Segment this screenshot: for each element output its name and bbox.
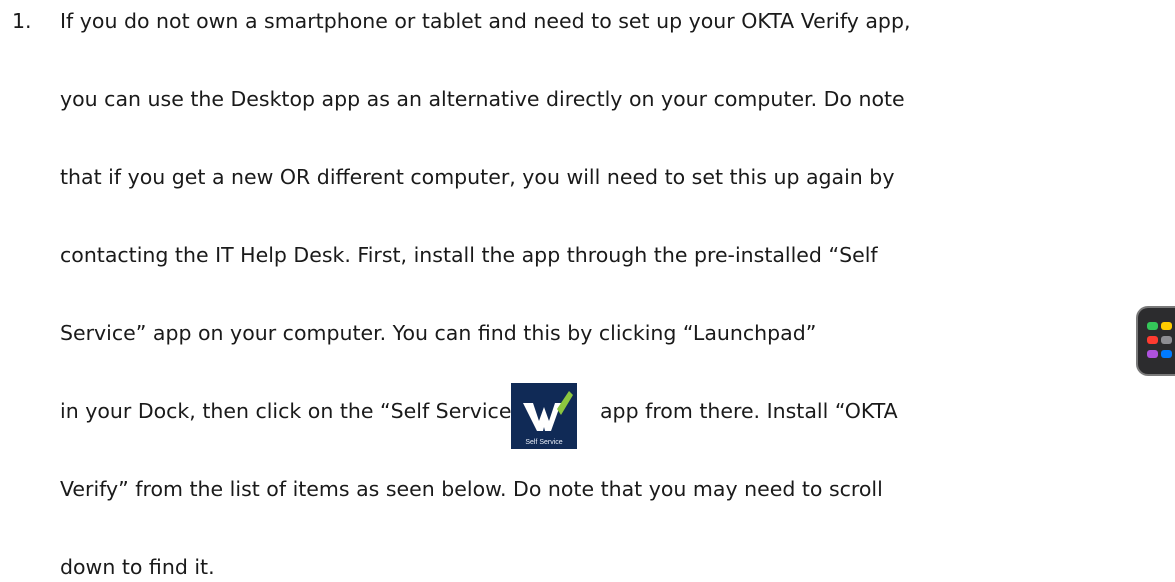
list-number: 1. — [12, 9, 32, 33]
paragraph-line-5: Service” app on your computer. You can f… — [60, 321, 817, 345]
paragraph-line-3: that if you get a new OR different compu… — [60, 165, 895, 189]
paragraph-line-8: down to find it. — [60, 555, 215, 579]
launchpad-icon — [1136, 306, 1175, 376]
paragraph-line-1: If you do not own a smartphone or tablet… — [60, 9, 911, 33]
self-service-caption: Self Service — [525, 439, 563, 446]
paragraph-line-6-end: app from there. Install “OKTA — [600, 399, 898, 423]
paragraph-line-2: you can use the Desktop app as an altern… — [60, 87, 905, 111]
paragraph-line-4: contacting the IT Help Desk. First, inst… — [60, 243, 878, 267]
self-service-icon: Self Service — [511, 383, 577, 449]
paragraph-line-7: Verify” from the list of items as seen b… — [60, 477, 883, 501]
paragraph-line-6-start: in your Dock, then click on the “Self Se… — [60, 399, 523, 423]
